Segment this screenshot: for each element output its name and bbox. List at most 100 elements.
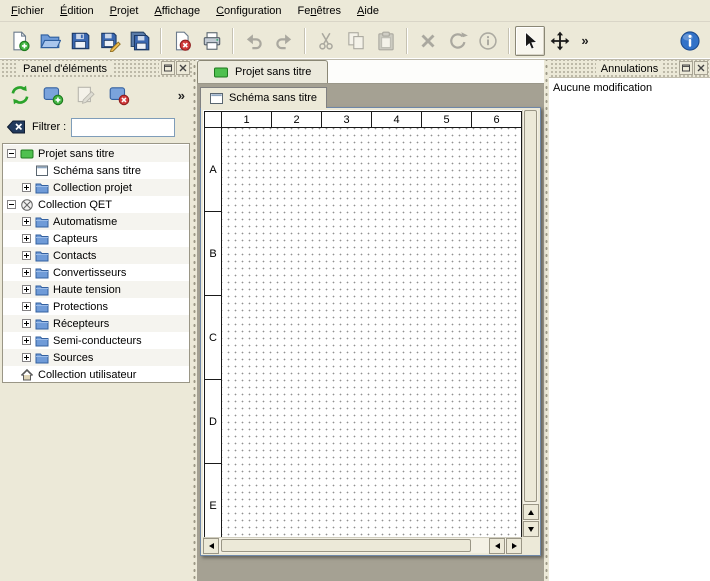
folder-icon	[35, 181, 49, 195]
horizontal-scrollbar-thumb[interactable]	[221, 539, 471, 552]
close-file-button[interactable]	[167, 26, 197, 56]
save-button[interactable]	[65, 26, 95, 56]
toolbar-overflow-button[interactable]: »	[575, 26, 595, 56]
close-panel-button[interactable]	[176, 61, 190, 75]
expand-icon[interactable]	[22, 217, 31, 226]
tree-item-sch-ma-sans-titre[interactable]: Schéma sans titre	[3, 162, 189, 179]
horizontal-scrollbar[interactable]	[203, 537, 522, 553]
delete-element-button[interactable]	[105, 81, 133, 109]
expand-icon[interactable]	[22, 234, 31, 243]
save-as-button[interactable]	[95, 26, 125, 56]
scroll-up-button[interactable]	[523, 504, 539, 520]
schema-paper: 123456ABCDE	[204, 111, 522, 537]
open-document-icon	[39, 30, 61, 52]
expand-icon[interactable]	[22, 336, 31, 345]
folder-icon	[35, 249, 49, 263]
collapse-icon[interactable]	[7, 200, 16, 209]
tree-item-contacts[interactable]: Contacts	[3, 247, 189, 264]
vertical-scrollbar-thumb[interactable]	[524, 110, 537, 502]
print-button[interactable]	[197, 26, 227, 56]
new-document-button[interactable]	[5, 26, 35, 56]
expand-icon[interactable]	[22, 285, 31, 294]
schema-icon	[210, 93, 223, 104]
new-element-button[interactable]	[39, 81, 67, 109]
undo-icon	[243, 30, 265, 52]
tree-item-collection-qet[interactable]: Collection QET	[3, 196, 189, 213]
elements-tree: Projet sans titreSchéma sans titre Collec…	[2, 143, 190, 383]
about-button[interactable]	[675, 26, 705, 56]
scroll-down-button[interactable]	[523, 521, 539, 537]
menu-bar: FichierÉditionProjetAffichageConfigurati…	[0, 0, 710, 22]
clear-filter-button[interactable]	[5, 116, 27, 138]
tree-item-label: Sources	[53, 352, 93, 364]
schema-window: Schéma sans titre 123456ABCDE	[200, 87, 541, 556]
column-header-4: 4	[372, 112, 422, 128]
tab-projet-sans-titre[interactable]: Projet sans titre	[197, 60, 328, 83]
save-all-button[interactable]	[125, 26, 155, 56]
column-header-2: 2	[272, 112, 322, 128]
mdi-area: Schéma sans titre 123456ABCDE	[197, 84, 544, 581]
toolbar-separator	[406, 28, 408, 54]
expand-icon[interactable]	[22, 319, 31, 328]
schema-view[interactable]: 123456ABCDE	[203, 110, 522, 537]
save-all-icon	[129, 30, 151, 52]
elements-toolbar-overflow-button[interactable]: »	[178, 88, 185, 103]
column-header-3: 3	[322, 112, 372, 128]
float-panel-button[interactable]	[161, 61, 175, 75]
open-document-button[interactable]	[35, 26, 65, 56]
tree-item-collection-projet[interactable]: Collection projet	[3, 179, 189, 196]
paper-corner	[205, 112, 222, 128]
menu-fichier[interactable]: Fichier	[3, 0, 52, 21]
tree-item-r-cepteurs[interactable]: Récepteurs	[3, 315, 189, 332]
tree-item-collection-utilisateur[interactable]: Collection utilisateur	[3, 366, 189, 383]
info-button	[473, 26, 503, 56]
tree-item-sources[interactable]: Sources	[3, 349, 189, 366]
select-mode-button[interactable]	[515, 26, 545, 56]
expander-spacer	[22, 166, 31, 175]
close-undo-panel-button[interactable]	[694, 61, 708, 75]
tree-item-convertisseurs[interactable]: Convertisseurs	[3, 264, 189, 281]
expand-icon[interactable]	[22, 251, 31, 260]
column-header-6: 6	[472, 112, 522, 128]
filter-input[interactable]	[71, 118, 175, 137]
menu-aide[interactable]: Aide	[349, 0, 387, 21]
menu-dition[interactable]: Édition	[52, 0, 102, 21]
arrow-left-icon	[209, 543, 214, 549]
scroll-right-button[interactable]	[506, 538, 522, 554]
tree-item-label: Contacts	[53, 250, 96, 262]
toolbar-separator	[508, 28, 510, 54]
tree-item-capteurs[interactable]: Capteurs	[3, 230, 189, 247]
scroll-left-button[interactable]	[203, 538, 219, 554]
schema-window-frame: 123456ABCDE	[200, 107, 541, 556]
tree-item-automatisme[interactable]: Automatisme	[3, 213, 189, 230]
tree-item-label: Collection projet	[53, 182, 132, 194]
expand-icon[interactable]	[22, 268, 31, 277]
expand-icon[interactable]	[22, 353, 31, 362]
undo-list[interactable]: Aucune modification	[549, 77, 710, 581]
delete-button	[413, 26, 443, 56]
menu-affichage[interactable]: Affichage	[146, 0, 208, 21]
menu-projet[interactable]: Projet	[102, 0, 147, 21]
tab-schema-sans-titre[interactable]: Schéma sans titre	[200, 87, 327, 108]
folder-icon	[35, 317, 49, 331]
toolbar-separator	[160, 28, 162, 54]
schema-grid[interactable]	[222, 128, 522, 537]
expand-icon[interactable]	[22, 302, 31, 311]
vertical-scrollbar[interactable]	[522, 110, 538, 537]
reload-collections-button[interactable]	[6, 81, 34, 109]
cut-button	[311, 26, 341, 56]
copy-icon	[345, 30, 367, 52]
folder-icon	[35, 334, 49, 348]
tree-item-protections[interactable]: Protections	[3, 298, 189, 315]
tree-item-haute-tension[interactable]: Haute tension	[3, 281, 189, 298]
tree-item-semi-conducteurs[interactable]: Semi-conducteurs	[3, 332, 189, 349]
menu-fentres[interactable]: Fenêtres	[290, 0, 349, 21]
collapse-icon[interactable]	[7, 149, 16, 158]
scroll-left-button-2[interactable]	[489, 538, 505, 554]
menu-configuration[interactable]: Configuration	[208, 0, 289, 21]
expand-icon[interactable]	[22, 183, 31, 192]
pan-mode-button[interactable]	[545, 26, 575, 56]
float-undo-panel-button[interactable]	[679, 61, 693, 75]
tree-item-projet-sans-titre[interactable]: Projet sans titre	[3, 145, 189, 162]
filter-row: Filtrer :	[0, 113, 192, 141]
